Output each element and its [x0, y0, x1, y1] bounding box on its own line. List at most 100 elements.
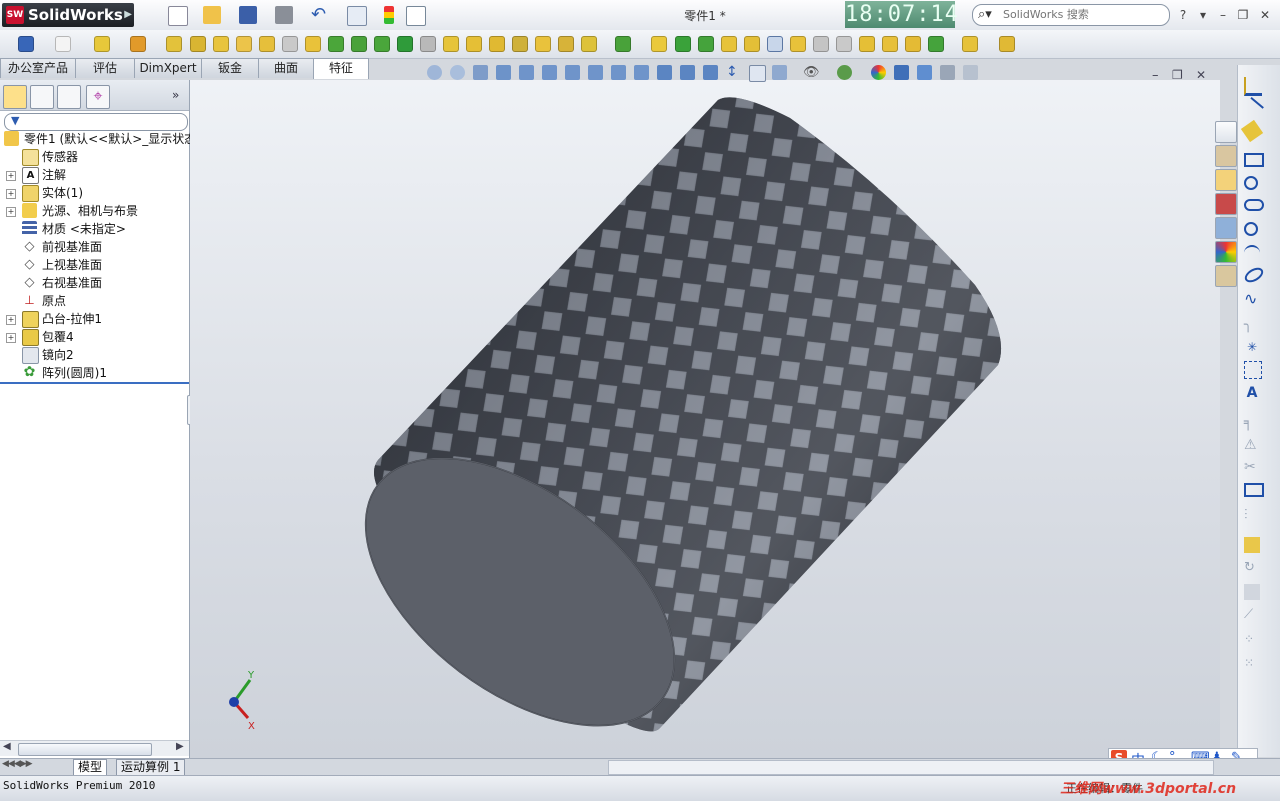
knit-icon[interactable]	[882, 36, 898, 52]
extruded-boss-icon[interactable]	[94, 36, 110, 52]
scroll-left-icon[interactable]: ◀	[3, 741, 11, 752]
quick-snaps-icon[interactable]	[1244, 537, 1260, 553]
viewport-horizontal-scrollbar[interactable]	[608, 760, 1214, 775]
minimize-button[interactable]: –	[1215, 7, 1231, 23]
edit-appearance-icon[interactable]	[837, 65, 852, 80]
trimetric-view-icon[interactable]	[680, 65, 695, 80]
swept-boss-icon[interactable]	[166, 36, 182, 52]
open-folder-icon[interactable]	[203, 6, 221, 24]
repair-sketch-icon[interactable]: ⟋	[1244, 607, 1260, 623]
draft-icon[interactable]	[374, 36, 390, 52]
extruded-cut-icon[interactable]	[236, 36, 252, 52]
front-view-icon[interactable]	[519, 65, 534, 80]
expand-icon[interactable]: +	[6, 189, 16, 199]
curves-icon[interactable]	[744, 36, 760, 52]
split-line-icon[interactable]	[721, 36, 737, 52]
circular-sketch-pattern-icon[interactable]: ⁙	[1244, 655, 1260, 671]
fillet-icon[interactable]	[305, 36, 321, 52]
home-icon[interactable]	[1215, 121, 1237, 143]
ellipse-icon[interactable]	[1242, 264, 1266, 286]
display-style-icon[interactable]	[772, 65, 787, 80]
freeform-icon[interactable]	[535, 36, 551, 52]
save-icon[interactable]	[239, 6, 257, 24]
zoom-to-area-icon[interactable]	[450, 65, 465, 80]
combine-icon[interactable]	[558, 36, 574, 52]
select-cursor-icon[interactable]	[347, 6, 367, 26]
revolved-cut-icon[interactable]	[259, 36, 275, 52]
top-view-icon[interactable]	[611, 65, 626, 80]
chamfer-icon[interactable]	[328, 36, 344, 52]
tree-filter[interactable]: ▼	[4, 113, 188, 131]
tab-evaluate[interactable]: 评估	[75, 58, 135, 78]
plane-sketch-icon[interactable]: ╕	[1244, 415, 1260, 431]
mirror-icon[interactable]	[698, 36, 714, 52]
property-manager-tab-icon[interactable]	[30, 85, 54, 109]
rib-icon[interactable]	[351, 36, 367, 52]
slot-icon[interactable]	[1244, 199, 1264, 211]
tab-office-products[interactable]: 办公室产品	[0, 58, 76, 78]
section-view-icon[interactable]	[496, 65, 511, 80]
viewport-close-button[interactable]: ✕	[1196, 68, 1206, 82]
print-icon[interactable]	[275, 6, 293, 24]
rollback-bar[interactable]	[0, 382, 189, 384]
smart-dimension-icon[interactable]	[18, 36, 34, 52]
polygon-icon[interactable]	[1244, 222, 1258, 236]
expand-icon[interactable]: +	[6, 333, 16, 343]
new-document-icon[interactable]	[168, 6, 188, 26]
view-palette-icon[interactable]	[1215, 217, 1237, 239]
lofted-boss-icon[interactable]	[190, 36, 206, 52]
scroll-right-icon[interactable]: ▶	[176, 741, 184, 752]
arc-icon[interactable]	[1244, 245, 1260, 263]
view-layout-icon[interactable]	[749, 65, 766, 82]
sketch-icon[interactable]	[1244, 77, 1262, 96]
viewport-minimize-button[interactable]: –	[1152, 68, 1159, 83]
view-settings-icon[interactable]	[894, 65, 909, 80]
helix-icon[interactable]	[962, 36, 978, 52]
curve-through-points-icon[interactable]	[928, 36, 944, 52]
design-library-icon[interactable]	[1215, 145, 1237, 167]
tab-scroll-arrows-icon[interactable]: ◀◀◀▶▶	[2, 759, 33, 769]
help-button[interactable]: ?	[1175, 7, 1191, 23]
search-input[interactable]	[1001, 7, 1165, 22]
boundary-boss-icon[interactable]	[213, 36, 229, 52]
undo-icon[interactable]: ↶	[311, 6, 329, 24]
graphics-area[interactable]: Y X – ❐ ✕	[190, 68, 1220, 758]
move-face-icon[interactable]	[813, 36, 829, 52]
fill-icon[interactable]	[905, 36, 921, 52]
dimxpert-manager-tab-icon[interactable]: ⌖	[86, 85, 110, 109]
offset-icon[interactable]: ⚠	[1244, 437, 1260, 453]
configuration-manager-tab-icon[interactable]	[57, 85, 81, 109]
line-icon[interactable]	[1240, 96, 1264, 122]
instant3d-icon[interactable]	[767, 36, 783, 52]
dimetric-view-icon[interactable]	[703, 65, 718, 80]
dome-icon[interactable]	[443, 36, 459, 52]
delete-face-icon[interactable]	[836, 36, 852, 52]
file-properties-icon[interactable]	[406, 6, 426, 26]
appearances-icon[interactable]	[1215, 241, 1237, 263]
apply-scene-icon[interactable]	[871, 65, 886, 80]
tab-model[interactable]: 模型	[73, 759, 108, 776]
rectangle-icon[interactable]	[1244, 153, 1264, 167]
indent-icon[interactable]	[512, 36, 528, 52]
note-icon[interactable]	[55, 36, 71, 52]
realview-icon[interactable]	[917, 65, 932, 80]
tree-horizontal-scrollbar[interactable]: ◀ ▶	[0, 740, 189, 756]
expand-icon[interactable]: +	[6, 171, 16, 181]
mirror-sketch-icon[interactable]: ⫶	[1244, 507, 1260, 523]
reference-geometry-icon[interactable]	[581, 36, 597, 52]
solidworks-menu-button[interactable]: SW SolidWorks ▶	[2, 3, 134, 27]
linear-sketch-pattern-icon[interactable]: ⁘	[1244, 631, 1260, 647]
tab-motion-study-1[interactable]: 运动算例 1	[116, 759, 186, 776]
knurled-cylinder[interactable]	[318, 80, 1040, 758]
convert-entities-icon[interactable]	[1244, 483, 1264, 497]
ambient-occlusion-icon[interactable]	[963, 65, 978, 80]
close-button[interactable]: ✕	[1257, 7, 1273, 23]
back-view-icon[interactable]	[542, 65, 557, 80]
smart-dimension-sketch-icon[interactable]	[1240, 119, 1264, 143]
tab-dimxpert[interactable]: DimXpert	[134, 58, 202, 78]
previous-view-icon[interactable]	[473, 65, 488, 80]
expand-icon[interactable]: +	[6, 207, 16, 217]
help-arrow-icon[interactable]: ▾	[1195, 7, 1211, 23]
spline-icon[interactable]: ∿	[1244, 291, 1260, 307]
feature-works-icon[interactable]	[999, 36, 1015, 52]
